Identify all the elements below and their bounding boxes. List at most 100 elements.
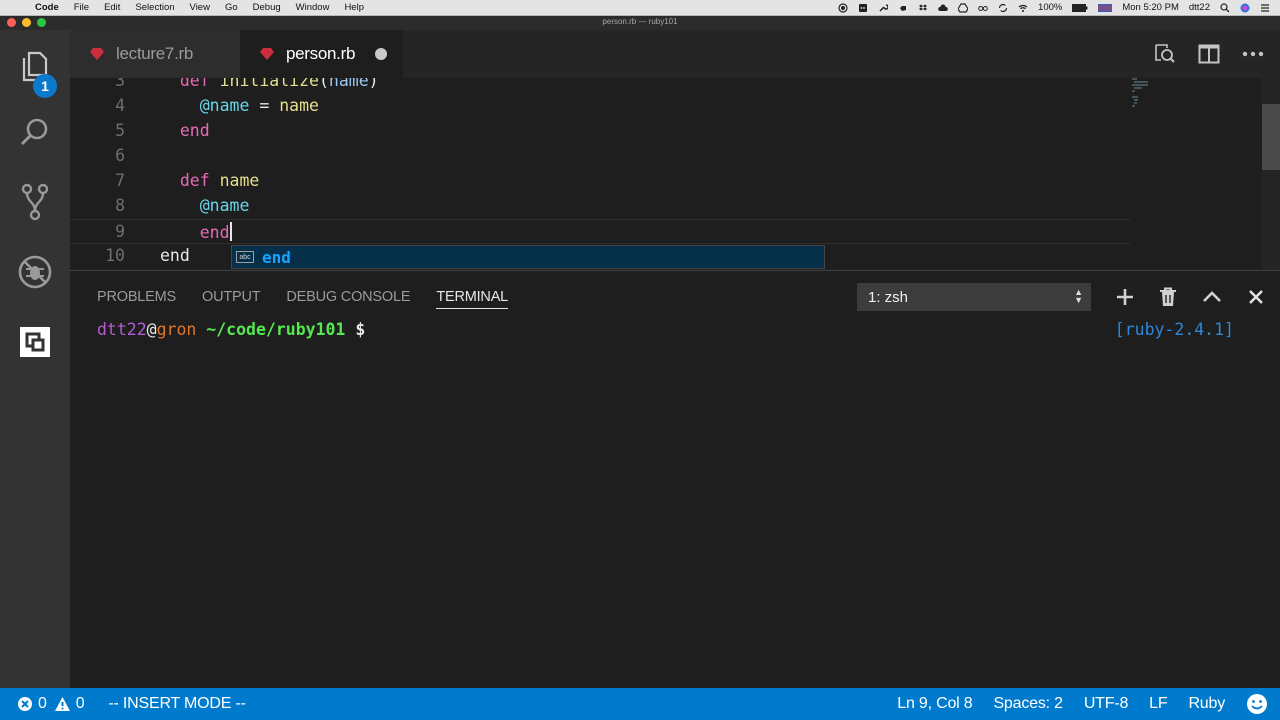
problems-status[interactable]: 0 0 xyxy=(17,695,85,713)
record-icon[interactable] xyxy=(838,2,848,13)
tab-problems[interactable]: PROBLEMS xyxy=(97,271,176,323)
close-panel-button[interactable] xyxy=(1242,283,1270,311)
glasses-icon[interactable] xyxy=(978,3,988,13)
eol-status[interactable]: LF xyxy=(1149,695,1167,713)
menu-selection[interactable]: Selection xyxy=(128,2,182,13)
minimap[interactable] xyxy=(1130,78,1160,118)
menu-edit[interactable]: Edit xyxy=(97,2,128,13)
drive-icon[interactable] xyxy=(958,2,969,13)
line-code[interactable]: def initialize(name) xyxy=(160,78,379,90)
code-line[interactable]: 6 xyxy=(70,144,1130,169)
flag-icon[interactable] xyxy=(1098,3,1113,13)
encoding-status[interactable]: UTF-8 xyxy=(1084,695,1129,713)
line-number: 7 xyxy=(115,171,125,190)
explorer-button[interactable]: 1 xyxy=(0,38,70,98)
menu-window[interactable]: Window xyxy=(289,2,338,13)
open-preview-button[interactable] xyxy=(1150,39,1180,69)
notification-center-icon[interactable] xyxy=(1260,3,1270,13)
unsaved-indicator-dot[interactable] xyxy=(375,48,388,60)
menubar-clock[interactable]: Mon 5:20 PM xyxy=(1122,2,1179,13)
cursor-position-status[interactable]: Ln 9, Col 8 xyxy=(897,695,972,713)
line-code[interactable]: @name xyxy=(160,196,250,215)
menu-help[interactable]: Help xyxy=(337,2,372,13)
menu-file[interactable]: File xyxy=(67,2,97,13)
line-number: 9 xyxy=(115,222,125,241)
ellipsis-icon xyxy=(1242,51,1264,57)
line-code[interactable]: end xyxy=(160,222,232,242)
maximize-panel-button[interactable] xyxy=(1198,283,1226,311)
menu-debug[interactable]: Debug xyxy=(246,2,289,13)
tab-lecture7-rb[interactable]: lecture7.rb xyxy=(70,30,240,78)
extensions-icon xyxy=(20,327,50,357)
tab-label: person.rb xyxy=(286,44,356,63)
kill-terminal-button[interactable] xyxy=(1154,283,1182,311)
code-line[interactable]: 7 def name xyxy=(70,169,1130,194)
scrollbar-thumb[interactable] xyxy=(1262,104,1280,170)
siri-icon[interactable] xyxy=(1240,3,1250,13)
terminal-output[interactable]: dtt22@gron ~/code/ruby101 $ xyxy=(97,320,1280,339)
battery-icon[interactable] xyxy=(1072,3,1088,13)
code-token: end xyxy=(179,121,210,140)
feedback-smiley-icon[interactable] xyxy=(1246,693,1268,715)
menubar-user[interactable]: dtt22 xyxy=(1189,2,1210,13)
prompt-host: gron xyxy=(156,320,197,339)
line-code[interactable]: end xyxy=(160,246,190,265)
macos-menubar: Code File Edit Selection View Go Debug W… xyxy=(0,0,1280,16)
autocomplete-suggestion[interactable]: abc end xyxy=(231,245,825,269)
code-line[interactable]: 4 @name = name xyxy=(70,94,1130,119)
debug-button[interactable] xyxy=(0,244,70,300)
terminal-select[interactable]: 1: zsh ▲ ▼ xyxy=(857,283,1091,311)
search-button[interactable] xyxy=(0,104,70,160)
line-code[interactable]: end xyxy=(160,121,210,140)
code-token: = xyxy=(249,96,280,115)
code-token: @name xyxy=(199,96,250,115)
wifi-icon[interactable] xyxy=(1018,3,1028,13)
dropbox-icon[interactable] xyxy=(918,3,928,13)
line-code[interactable]: def name xyxy=(160,171,260,190)
menu-app-name[interactable]: Code xyxy=(28,2,67,13)
code-editor[interactable]: 3 def initialize(name) 4 @name = name 5 … xyxy=(70,78,1280,270)
code-token: name xyxy=(279,96,319,115)
tab-debug-console[interactable]: DEBUG CONSOLE xyxy=(286,271,410,323)
extensions-button[interactable] xyxy=(0,314,70,370)
tab-label: TERMINAL xyxy=(436,285,508,309)
split-editor-button[interactable] xyxy=(1194,39,1224,69)
warning-icon xyxy=(54,697,70,711)
tab-person-rb[interactable]: person.rb xyxy=(240,30,403,78)
close-icon xyxy=(1249,290,1263,304)
code-token: initialize xyxy=(219,78,319,90)
code-line[interactable]: 5 end xyxy=(70,119,1130,144)
language-mode-status[interactable]: Ruby xyxy=(1188,695,1225,713)
code-line[interactable]: 3 def initialize(name) xyxy=(70,78,1130,94)
activity-bar: 1 xyxy=(0,30,70,688)
lastpass-icon[interactable] xyxy=(858,3,868,13)
line-code[interactable]: @name = name xyxy=(160,96,319,115)
spotlight-icon[interactable] xyxy=(1220,2,1230,13)
indentation-status[interactable]: Spaces: 2 xyxy=(993,695,1063,713)
editor-scrollbar[interactable] xyxy=(1262,78,1280,270)
code-token: @name xyxy=(199,196,250,215)
wrench-icon[interactable] xyxy=(878,3,889,13)
cloud-icon[interactable] xyxy=(938,3,948,13)
tab-output[interactable]: OUTPUT xyxy=(202,271,261,323)
sync-icon[interactable] xyxy=(998,3,1008,13)
new-terminal-button[interactable] xyxy=(1111,283,1139,311)
source-control-button[interactable] xyxy=(0,174,70,230)
error-count: 0 xyxy=(38,695,47,712)
select-arrows-icon: ▲ ▼ xyxy=(1074,287,1083,305)
line-number: 6 xyxy=(115,146,125,165)
hand-icon[interactable] xyxy=(898,3,908,13)
line-number: 3 xyxy=(115,78,125,90)
current-code-line[interactable]: 9 end xyxy=(70,219,1130,244)
suggestion-label[interactable]: end xyxy=(262,248,291,267)
code-token: ( xyxy=(318,78,329,90)
menu-view[interactable]: View xyxy=(183,2,218,13)
menu-go[interactable]: Go xyxy=(218,2,246,13)
code-line[interactable]: 8 @name xyxy=(70,194,1130,219)
tab-terminal[interactable]: TERMINAL xyxy=(436,271,508,323)
plus-icon xyxy=(1117,289,1133,305)
more-actions-button[interactable] xyxy=(1238,39,1268,69)
panel-tabs: PROBLEMS OUTPUT DEBUG CONSOLE TERMINAL xyxy=(70,271,526,323)
